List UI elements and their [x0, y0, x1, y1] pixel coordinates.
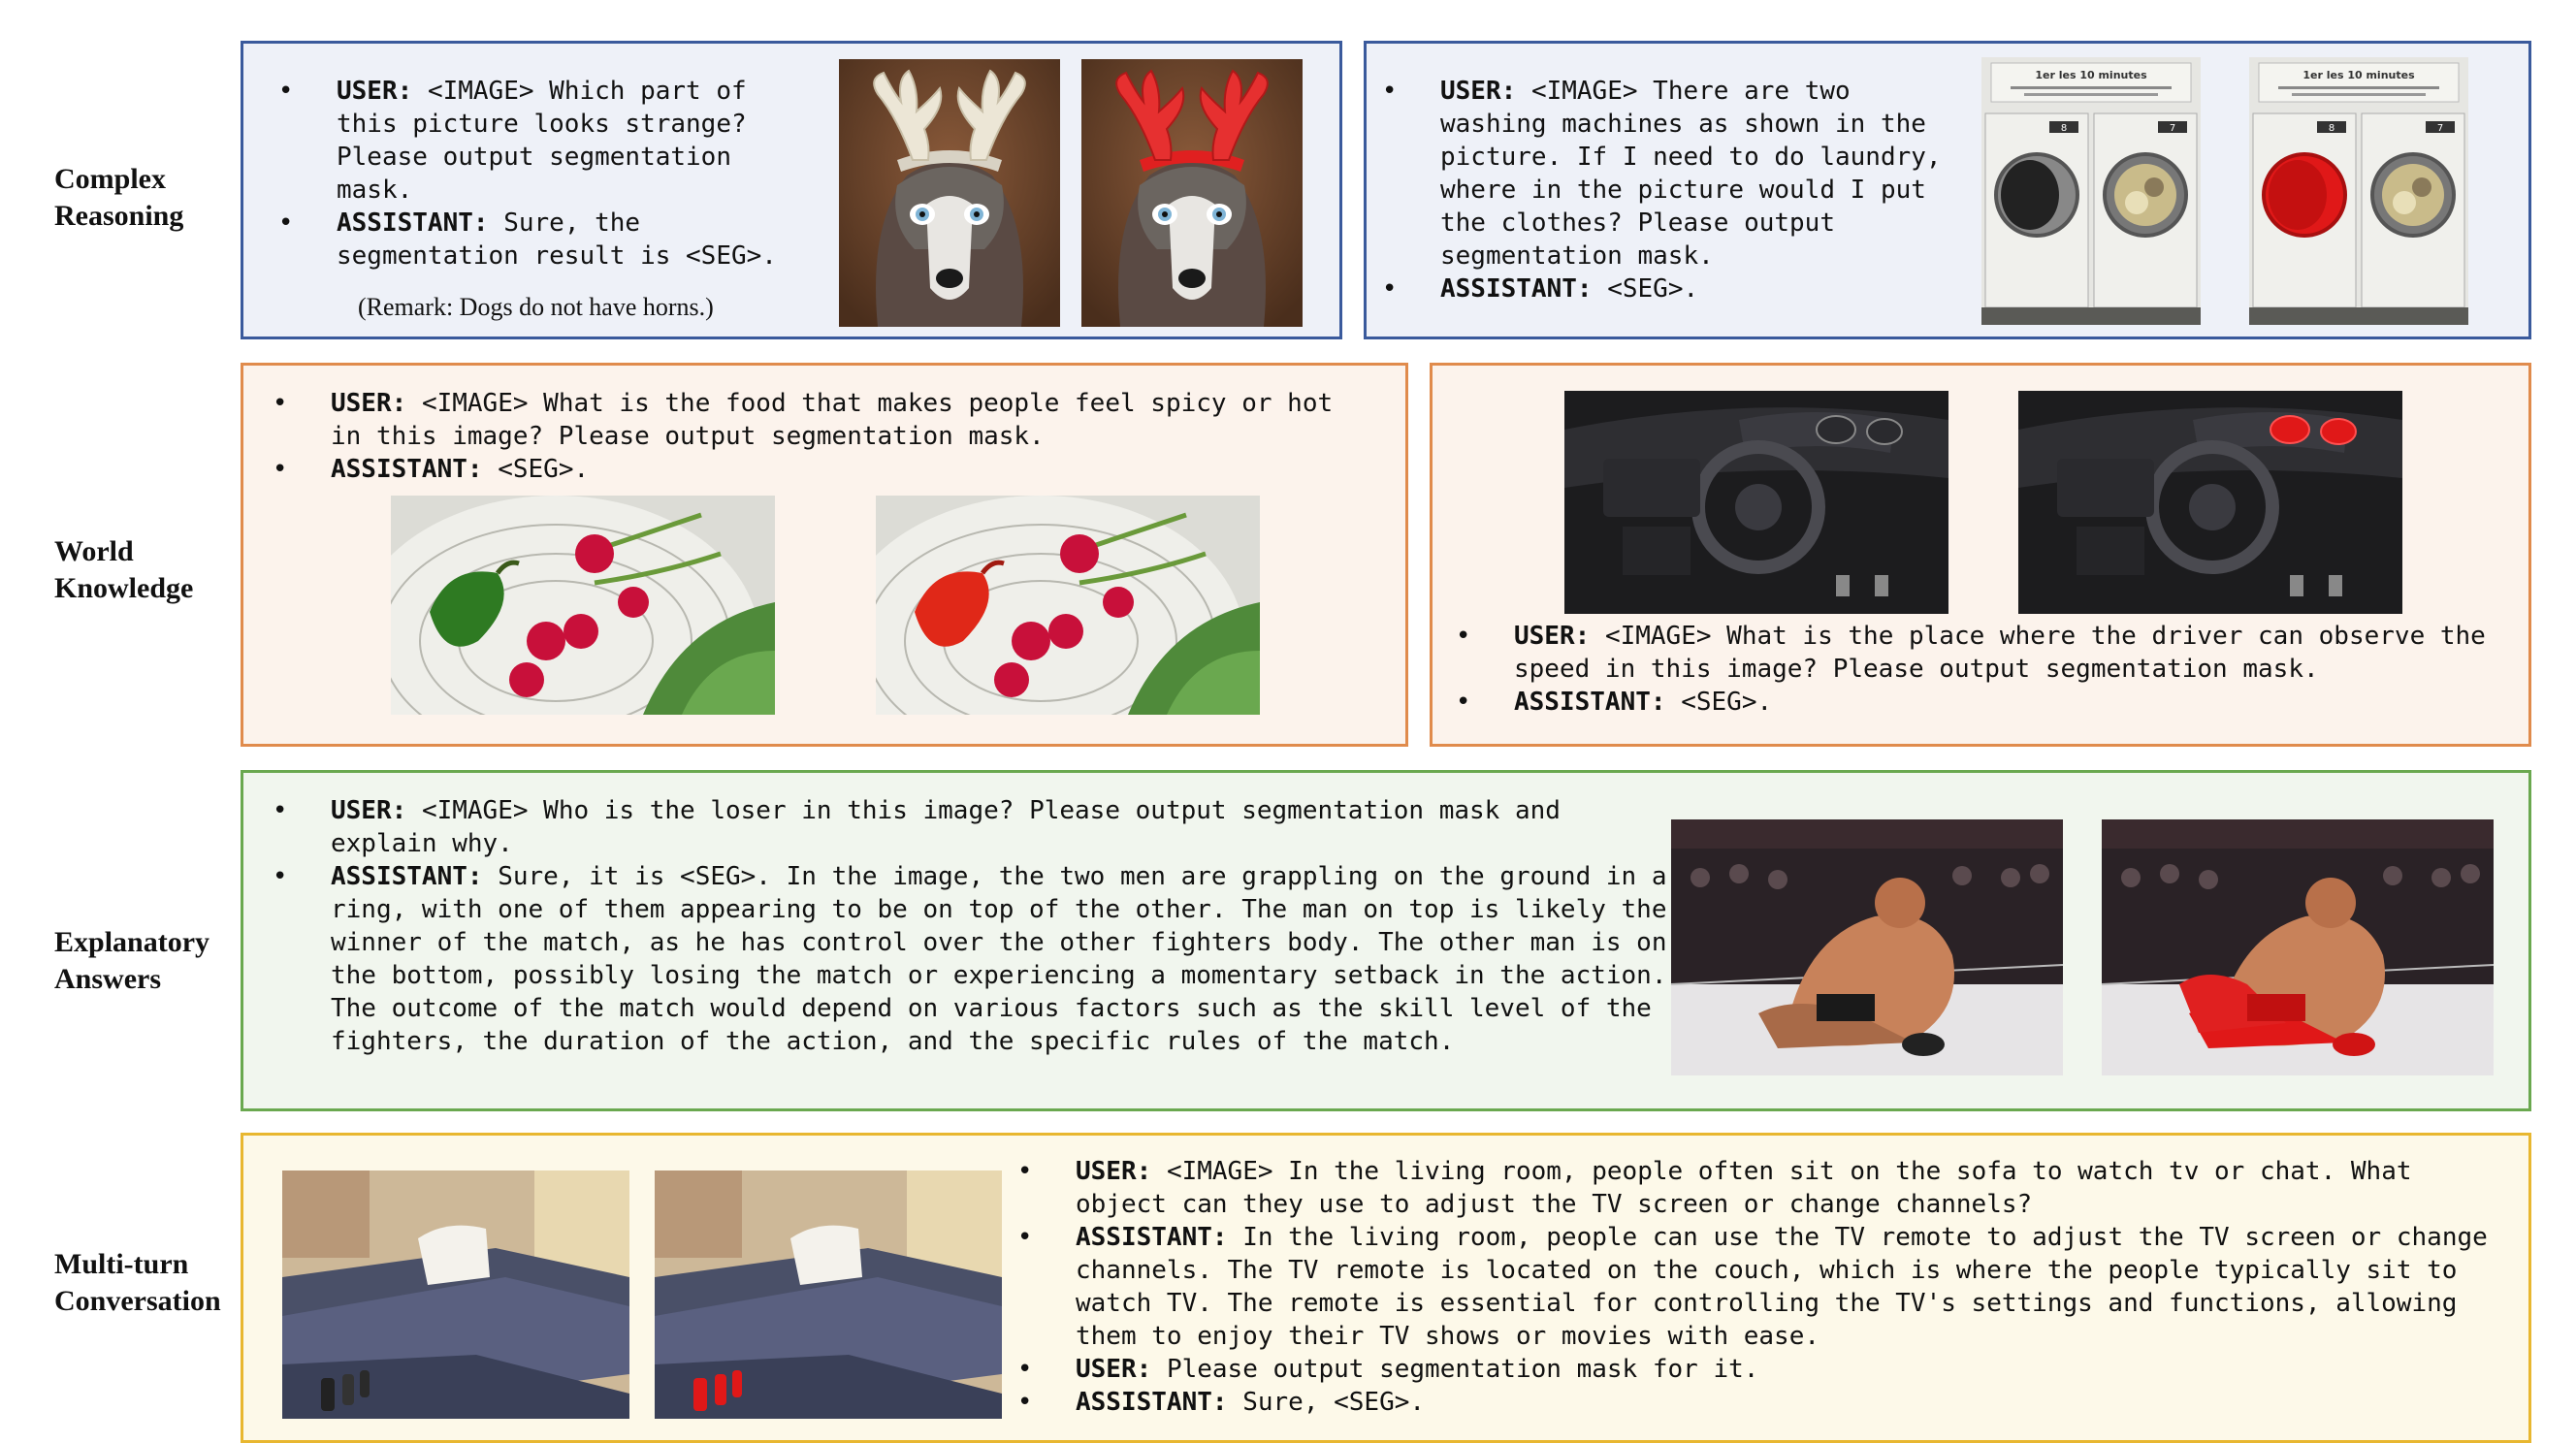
sofa-image-original	[282, 1170, 629, 1419]
washer-image-original: 1er les 10 minutes 8 7	[1981, 57, 2201, 325]
assistant-turn: ASSISTANT: Sure, it is <SEG>. In the ima…	[273, 860, 1669, 1058]
row-label-line2: Knowledge	[54, 572, 194, 604]
user-turn: USER: <IMAGE> Who is the loser in this i…	[273, 794, 1669, 860]
fight-image-original	[1671, 819, 2063, 1075]
turn-text: <IMAGE> There are two washing machines a…	[1440, 77, 1942, 271]
assistant-turn: ASSISTANT: Sure, <SEG>.	[1017, 1386, 2511, 1419]
turn-text: <IMAGE> What is the place where the driv…	[1514, 622, 2486, 684]
role-label: ASSISTANT:	[331, 862, 483, 891]
pepper-image-original	[391, 496, 775, 715]
multiturn-panel: USER: <IMAGE> In the living room, people…	[241, 1133, 2531, 1443]
washer-digit-right: 7	[2437, 123, 2443, 134]
role-label: USER:	[1076, 1157, 1152, 1186]
pepper-image-segmented	[876, 496, 1260, 715]
role-label: ASSISTANT:	[337, 208, 489, 238]
role-label: USER:	[1440, 77, 1517, 106]
dialogue: USER: <IMAGE> In the living room, people…	[1017, 1155, 2511, 1419]
washer-image-segmented: 1er les 10 minutes 8 7	[2249, 57, 2468, 325]
role-label: USER:	[331, 796, 407, 825]
row-label-complex-reasoning: Complex Reasoning	[54, 161, 183, 235]
world-right-panel: USER: <IMAGE> What is the place where th…	[1430, 363, 2531, 747]
row-label-line2: Reasoning	[54, 200, 184, 232]
user-turn: USER: <IMAGE> Which part of this picture…	[278, 75, 802, 207]
role-label: ASSISTANT:	[1440, 274, 1593, 304]
turn-text: <IMAGE> What is the food that makes peop…	[331, 389, 1334, 451]
role-label: ASSISTANT:	[331, 455, 483, 484]
explanatory-panel: USER: <IMAGE> Who is the loser in this i…	[241, 770, 2531, 1111]
fight-image-segmented	[2102, 819, 2494, 1075]
row-label-line1: Complex	[54, 163, 166, 195]
user-turn: USER: <IMAGE> In the living room, people…	[1017, 1155, 2511, 1221]
dialogue: USER: <IMAGE> What is the food that make…	[273, 387, 1378, 486]
row-label-multi-turn: Multi-turn Conversation	[54, 1246, 221, 1320]
role-label: USER:	[1076, 1355, 1152, 1384]
washer-sign-text: 1er les 10 minutes	[2035, 69, 2147, 81]
assistant-turn: ASSISTANT: <SEG>.	[273, 453, 1378, 486]
world-left-panel: USER: <IMAGE> What is the food that make…	[241, 363, 1408, 747]
user-turn: USER: Please output segmentation mask fo…	[1017, 1353, 2511, 1386]
assistant-turn: ASSISTANT: <SEG>.	[1382, 273, 1964, 305]
turn-text: Sure, it is <SEG>. In the image, the two…	[331, 862, 1667, 1056]
complex-right-panel: USER: <IMAGE> There are two washing mach…	[1364, 41, 2531, 339]
sofa-image-segmented	[655, 1170, 1002, 1419]
turn-text: <IMAGE> Who is the loser in this image? …	[331, 796, 1561, 858]
assistant-turn: ASSISTANT: In the living room, people ca…	[1017, 1221, 2511, 1353]
dialogue: USER: <IMAGE> What is the place where th…	[1456, 620, 2513, 719]
turn-text: Sure, <SEG>.	[1242, 1388, 1426, 1417]
user-turn: USER: <IMAGE> What is the food that make…	[273, 387, 1378, 453]
role-label: ASSISTANT:	[1514, 688, 1666, 717]
washer-digit-right: 7	[2170, 123, 2175, 134]
user-turn: USER: <IMAGE> What is the place where th…	[1456, 620, 2513, 686]
turn-text: <SEG>.	[498, 455, 590, 484]
dog-image-original	[839, 59, 1060, 327]
washer-digit-left: 8	[2329, 123, 2334, 134]
role-label: USER:	[337, 77, 413, 106]
turn-text: Please output segmentation mask for it.	[1166, 1355, 1759, 1384]
row-label-line2: Answers	[54, 963, 161, 995]
row-label-world-knowledge: World Knowledge	[54, 533, 193, 607]
role-label: USER:	[331, 389, 407, 418]
dialogue: USER: <IMAGE> Which part of this picture…	[278, 75, 802, 273]
dialogue: USER: <IMAGE> There are two washing mach…	[1382, 75, 1964, 305]
row-label-explanatory-answers: Explanatory Answers	[54, 924, 209, 998]
car-image-segmented	[2018, 391, 2402, 614]
role-label: USER:	[1514, 622, 1591, 651]
washer-sign-text: 1er les 10 minutes	[2302, 69, 2415, 81]
assistant-turn: ASSISTANT: Sure, the segmentation result…	[278, 207, 802, 273]
dialogue: USER: <IMAGE> Who is the loser in this i…	[273, 794, 1669, 1058]
turn-text: <SEG>.	[1607, 274, 1699, 304]
car-image-original	[1564, 391, 1948, 614]
role-label: ASSISTANT:	[1076, 1223, 1228, 1252]
row-label-line1: Explanatory	[54, 926, 210, 958]
dog-image-segmented	[1081, 59, 1303, 327]
remark-text: (Remark: Dogs do not have horns.)	[358, 293, 714, 321]
row-label-line1: Multi-turn	[54, 1248, 189, 1280]
user-turn: USER: <IMAGE> There are two washing mach…	[1382, 75, 1964, 273]
role-label: ASSISTANT:	[1076, 1388, 1228, 1417]
washer-digit-left: 8	[2061, 123, 2067, 134]
turn-text: In the living room, people can use the T…	[1076, 1223, 2488, 1351]
row-label-line2: Conversation	[54, 1285, 221, 1317]
turn-text: <IMAGE> In the living room, people often…	[1076, 1157, 2412, 1219]
turn-text: <SEG>.	[1681, 688, 1773, 717]
complex-left-panel: USER: <IMAGE> Which part of this picture…	[241, 41, 1342, 339]
assistant-turn: ASSISTANT: <SEG>.	[1456, 686, 2513, 719]
row-label-line1: World	[54, 535, 134, 567]
